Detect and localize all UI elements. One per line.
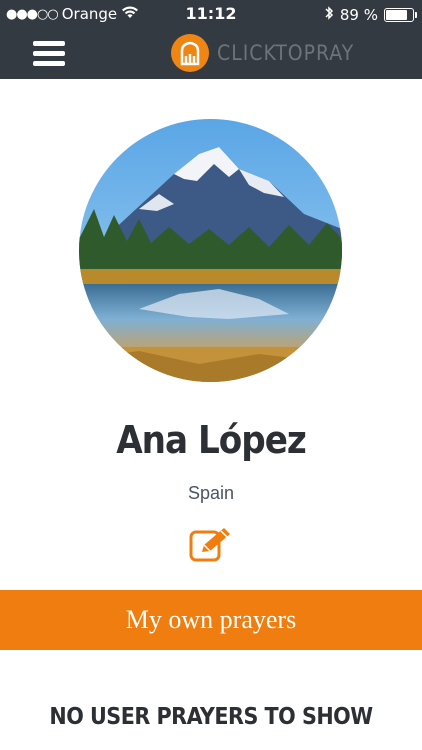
menu-line (33, 41, 65, 46)
menu-line (33, 61, 65, 66)
profile-avatar[interactable] (79, 119, 342, 382)
brand-name: CLICKTOPRAY (217, 41, 355, 65)
clicktopray-logo-icon (171, 34, 209, 72)
battery-fill (386, 10, 408, 20)
profile-country: Spain (187, 483, 235, 503)
status-right: 89 % (324, 5, 417, 25)
edit-icon (189, 528, 230, 562)
battery-icon (384, 8, 417, 22)
my-prayers-button[interactable]: My own prayers (0, 590, 422, 650)
profile-name: Ana López (116, 418, 307, 462)
menu-line (33, 51, 65, 56)
battery-percent: 89 % (339, 6, 378, 24)
top-bar: ●●●○○ Orange 11:12 89 % CLICKTOPRAY (0, 0, 422, 79)
edit-profile-button[interactable] (188, 526, 234, 564)
empty-prayers-message: NO USER PRAYERS TO SHOW (49, 704, 373, 730)
hamburger-menu-icon[interactable] (33, 41, 65, 66)
nav-row: CLICKTOPRAY (0, 28, 422, 79)
bluetooth-icon (324, 5, 334, 25)
status-bar: ●●●○○ Orange 11:12 89 % (0, 0, 422, 28)
brand[interactable]: CLICKTOPRAY (171, 34, 354, 72)
